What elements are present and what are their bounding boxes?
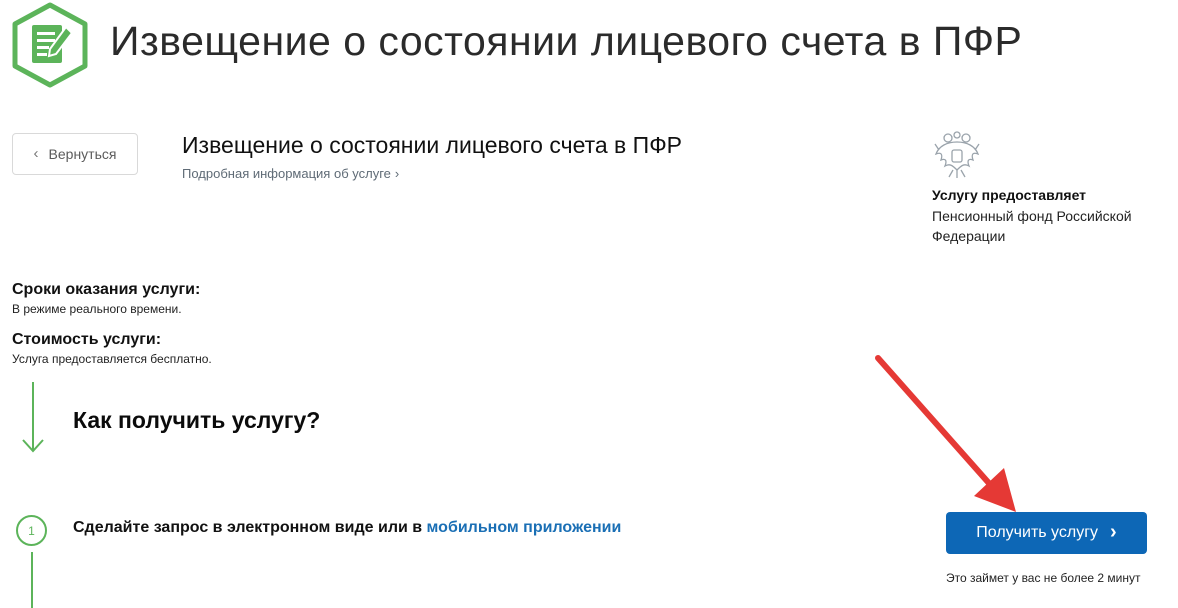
service-details-label: Подробная информация об услуге	[182, 166, 391, 181]
chevron-right-icon: ›	[394, 166, 400, 181]
cost-value: Услуга предоставляется бесплатно.	[12, 352, 212, 366]
back-button-label: Вернуться	[48, 146, 117, 162]
service-logo-icon	[10, 2, 90, 88]
step-text: Сделайте запрос в электронном виде или в	[73, 519, 423, 536]
how-to-get-heading: Как получить услугу?	[73, 407, 321, 433]
back-button[interactable]: ‹ Вернуться	[12, 133, 138, 175]
terms-value: В режиме реального времени.	[12, 302, 182, 316]
page-title: Извещение о состоянии лицевого счета в П…	[110, 18, 1023, 64]
provider-label: Услугу предоставляет	[932, 187, 1087, 203]
provider-name: Пенсионный фонд Российской Федерации	[932, 208, 1132, 244]
step-description: Сделайте запрос в электронном виде или в…	[73, 519, 621, 537]
cost-label: Стоимость услуги:	[12, 331, 162, 348]
chevron-left-icon: ‹	[33, 145, 39, 162]
service-details-link[interactable]: Подробная информация об услуге ›	[182, 166, 399, 181]
step-number-badge: 1	[16, 515, 47, 546]
coat-of-arms-icon	[933, 130, 981, 180]
time-estimate-note: Это займет у вас не более 2 минут	[946, 571, 1141, 585]
mobile-app-link[interactable]: мобильном приложении	[427, 519, 622, 536]
chevron-right-icon: ›	[1110, 520, 1117, 543]
arrow-down-icon	[18, 382, 48, 454]
step-connector-line	[31, 552, 33, 608]
annotation-arrow-icon	[870, 350, 1030, 530]
service-title: Извещение о состоянии лицевого счета в П…	[182, 132, 683, 158]
terms-label: Сроки оказания услуги:	[12, 281, 201, 298]
